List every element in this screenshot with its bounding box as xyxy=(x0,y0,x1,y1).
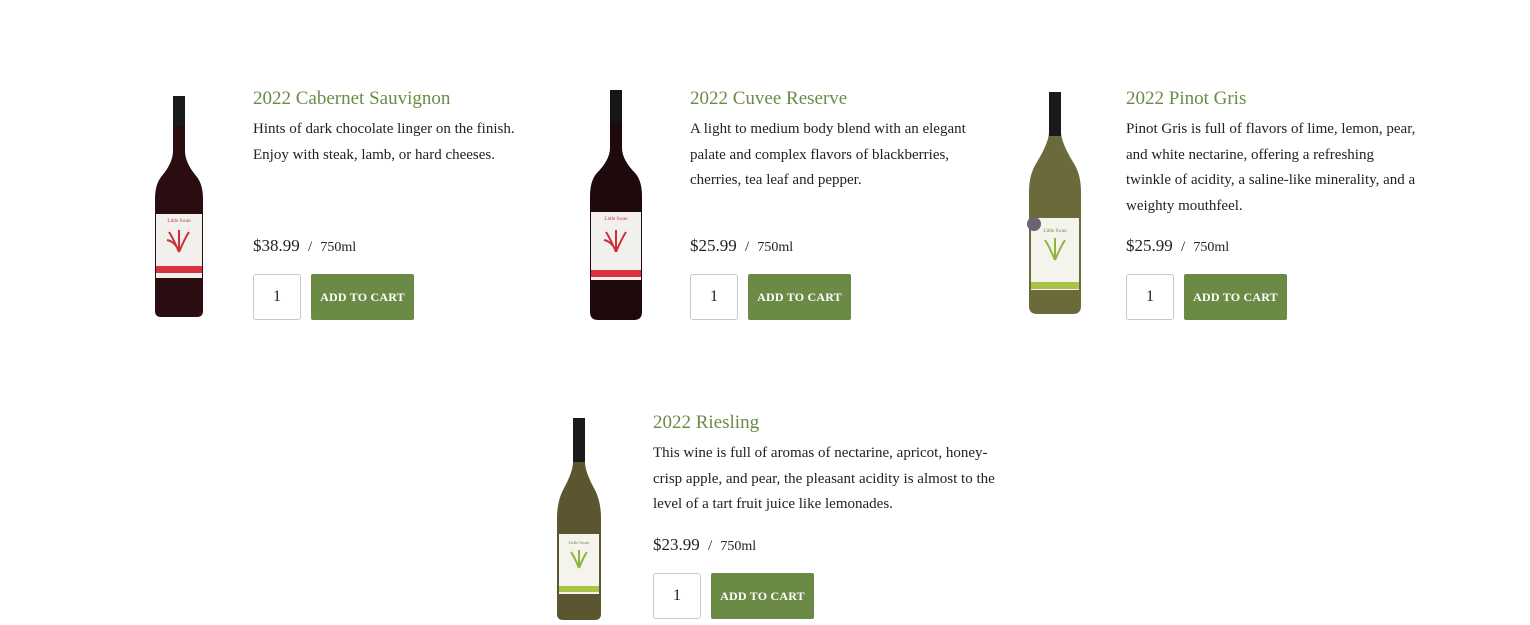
price-row: $38.99 / 750ml xyxy=(253,236,356,256)
quantity-input[interactable] xyxy=(690,274,738,320)
price-separator: / xyxy=(1181,239,1186,255)
price-separator: / xyxy=(308,239,313,255)
bottle-label-text: Little Swan xyxy=(604,217,628,222)
product-description: Hints of dark chocolate linger on the fi… xyxy=(253,121,515,163)
price-row: $23.99 / 750ml xyxy=(653,535,756,555)
bottle-size: 750ml xyxy=(720,539,757,554)
bottle-label-text: Little Swan xyxy=(1043,229,1067,234)
product-price: $38.99 xyxy=(253,236,300,255)
cart-controls: ADD TO CART xyxy=(690,274,851,320)
wine-bottle-icon: Little Swan xyxy=(557,418,601,620)
product-price: $23.99 xyxy=(653,535,700,554)
product-image[interactable]: Little Swan xyxy=(150,92,208,320)
product-image[interactable]: Little Swan xyxy=(1024,90,1086,316)
quantity-input[interactable] xyxy=(253,274,301,320)
product-price: $25.99 xyxy=(690,236,737,255)
cart-controls: ADD TO CART xyxy=(1126,274,1287,320)
bottle-size: 750ml xyxy=(757,240,794,255)
wine-bottle-icon: Little Swan xyxy=(590,90,642,320)
quantity-input[interactable] xyxy=(653,573,701,619)
price-separator: / xyxy=(708,538,713,554)
wine-bottle-icon: Little Swan xyxy=(155,96,203,317)
bottle-size: 750ml xyxy=(1193,240,1230,255)
product-title[interactable]: 2022 Riesling xyxy=(653,412,998,434)
price-row: $25.99 / 750ml xyxy=(690,236,793,256)
bottle-label-text: Little Swan xyxy=(569,540,591,545)
product-description: This wine is full of aromas of nectarine… xyxy=(653,445,995,512)
add-to-cart-button[interactable]: ADD TO CART xyxy=(748,274,851,320)
bottle-label-text: Little Swan xyxy=(167,219,191,224)
quantity-input[interactable] xyxy=(1126,274,1174,320)
product-title[interactable]: 2022 Cabernet Sauvignon xyxy=(253,88,528,110)
product-price: $25.99 xyxy=(1126,236,1173,255)
price-separator: / xyxy=(745,239,750,255)
product-title[interactable]: 2022 Cuvee Reserve xyxy=(690,88,980,110)
cart-controls: ADD TO CART xyxy=(653,573,814,619)
product-title[interactable]: 2022 Pinot Gris xyxy=(1126,88,1416,110)
add-to-cart-button[interactable]: ADD TO CART xyxy=(711,573,814,619)
wine-bottle-icon: Little Swan xyxy=(1027,92,1081,314)
product-image[interactable]: Little Swan xyxy=(554,416,604,620)
product-image[interactable]: Little Swan xyxy=(586,88,646,322)
bottle-size: 750ml xyxy=(320,240,357,255)
product-description: A light to medium body blend with an ele… xyxy=(690,121,966,188)
product-description: Pinot Gris is full of flavors of lime, l… xyxy=(1126,121,1416,214)
cart-controls: ADD TO CART xyxy=(253,274,414,320)
price-row: $25.99 / 750ml xyxy=(1126,236,1229,256)
add-to-cart-button[interactable]: ADD TO CART xyxy=(311,274,414,320)
add-to-cart-button[interactable]: ADD TO CART xyxy=(1184,274,1287,320)
